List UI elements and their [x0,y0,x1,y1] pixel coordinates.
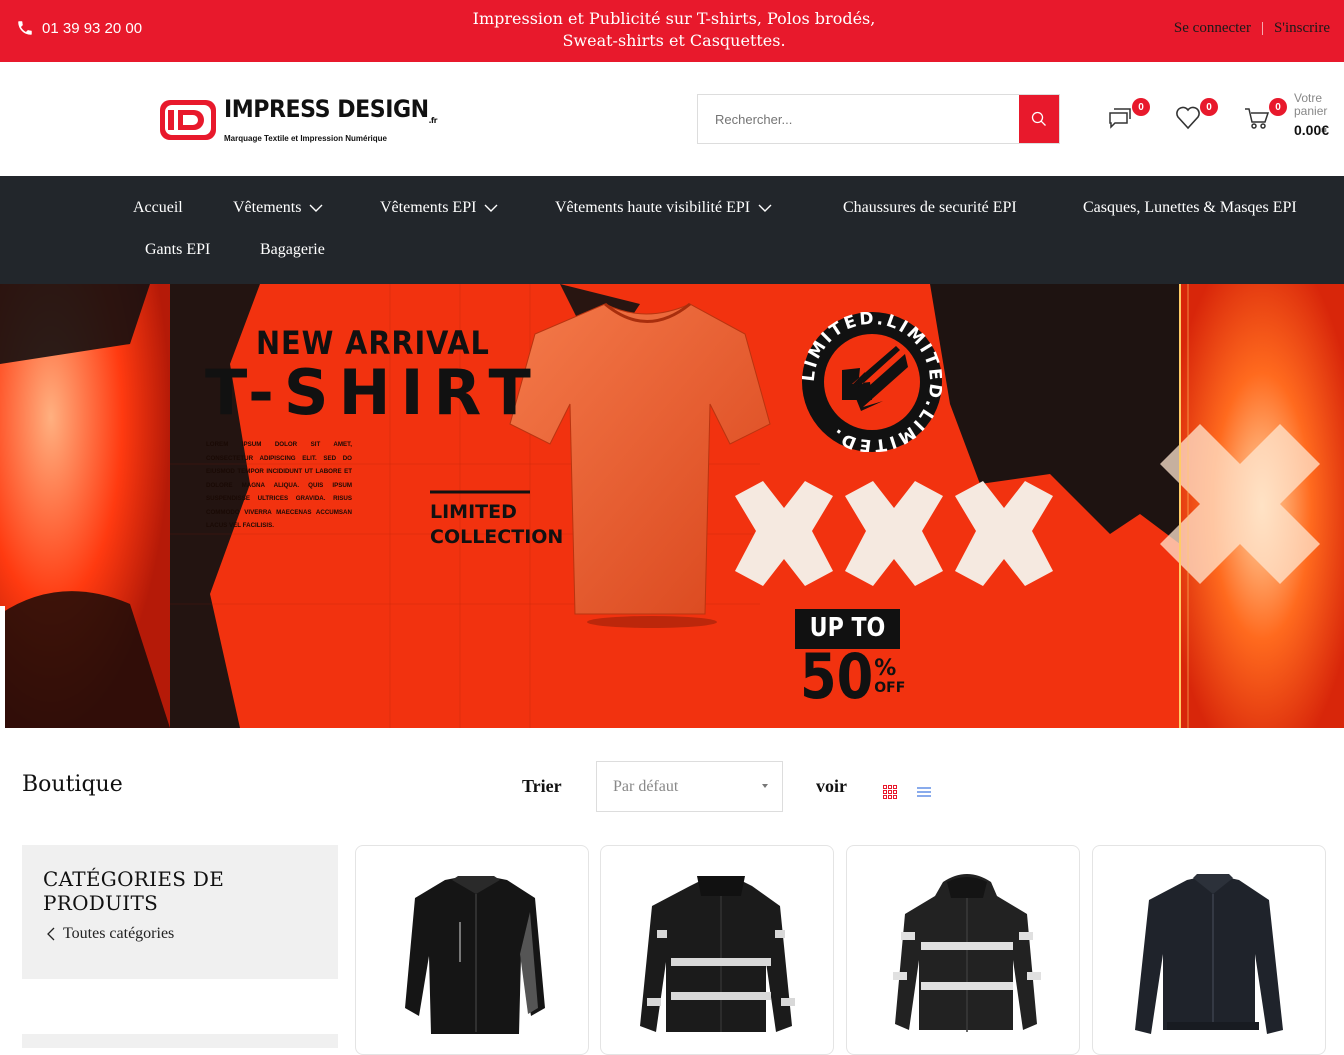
view-label: voir [816,776,847,796]
nav-label: Chaussures de securité EPI [843,199,1017,216]
nav-item-bagagerie[interactable]: Bagagerie [260,241,325,259]
sidebar-widget [22,1034,338,1048]
categories-title: CATÉGORIES DE PRODUITS [43,867,225,915]
wishlist-count-badge: 0 [1200,98,1218,116]
heart-icon [1176,106,1200,130]
banner-lorem: LOREM IPSUM DOLOR SIT AMET, CONSECTETUR … [206,441,352,529]
cart-summary[interactable]: Votre panier 0.00€ [1294,92,1330,139]
nav-item-accueil[interactable]: Accueil [133,199,183,217]
page-title: Boutique [22,772,123,797]
nav-label: Accueil [133,199,183,216]
softshell-jacket-icon [405,876,545,1034]
caret-down-icon [762,784,768,788]
cart-label-2: panier [1294,104,1328,118]
sort-label: Trier [522,776,562,796]
chevron-down-icon [758,204,772,212]
all-categories-label: Toutes catégories [63,925,175,942]
nav-label: Bagagerie [260,241,325,258]
categories-widget: CATÉGORIES DE PRODUITS Toutes catégories [22,845,338,979]
cart-button[interactable]: 0 [1243,98,1287,134]
product-card[interactable] [1092,845,1326,1055]
logo-mark-icon [160,99,216,140]
logo-title: IMPRESS DESIGN [224,95,429,123]
nav-label: Vêtements EPI [380,199,477,216]
limited-seal-icon: LIMITED.LIMITED.LIMITED. [802,312,942,452]
search-icon [1031,111,1046,126]
banner-artwork [0,284,1344,728]
nav-label: Vêtements haute visibilité EPI [555,199,751,216]
banner-percent-sign: % [874,656,897,681]
chevron-down-icon [309,204,323,212]
reflective-bomber-jacket-icon [640,876,795,1032]
wishlist-button[interactable]: 0 [1174,98,1218,134]
hero-banner[interactable]: NEW ARRIVAL T-SHIRT LOREM IPSUM DOLOR SI… [0,284,1344,728]
logo-tagline: Marquage Textile et Impression Numérique [224,133,388,143]
seal-text: LIMITED.LIMITED.LIMITED. [802,312,942,452]
nav-item-vetements-epi[interactable]: Vêtements EPI [380,199,498,217]
product-card[interactable] [846,845,1080,1055]
compare-icon [1109,108,1131,129]
cart-icon [1245,108,1270,129]
bomber-jacket-icon [1135,874,1283,1034]
svg-text:LIMITED.LIMITED.LIMITED.: LIMITED.LIMITED.LIMITED. [802,312,942,452]
top-bar: 01 39 93 20 00 Impression et Publicité s… [0,0,1344,62]
nav-item-vetements[interactable]: Vêtements [233,199,323,217]
search-input[interactable] [698,95,1019,143]
banner-discount: 50 % OFF [800,644,905,710]
banner-collection: COLLECTION [430,526,564,548]
search-button[interactable] [1019,95,1059,143]
auth-links: Se connecter | S'inscrire [1174,20,1330,37]
auth-separator: | [1260,20,1264,36]
compare-count-badge: 0 [1132,98,1150,116]
nav-label: Gants EPI [145,241,211,258]
chevron-down-icon [484,204,498,212]
nav-item-haute-visibilite[interactable]: Vêtements haute visibilité EPI [555,199,772,217]
grid-view-icon[interactable] [883,785,897,799]
list-view-icon[interactable] [917,786,931,798]
login-link[interactable]: Se connecter [1174,20,1251,37]
search-bar [697,94,1060,144]
nav-label: Vêtements [233,199,302,216]
sort-value: Par défaut [613,777,679,795]
phone-number[interactable]: 01 39 93 20 00 [42,20,142,37]
all-categories-link[interactable]: Toutes catégories [47,925,174,943]
reflective-parka-icon [893,874,1041,1032]
site-header: IMPRESS DESIGN.fr Marquage Textile et Im… [0,62,1344,176]
banner-percent: 50 [800,640,874,713]
banner-off: OFF [874,680,906,696]
compare-button[interactable]: 0 [1106,98,1150,134]
cart-total: 0.00€ [1294,122,1330,138]
promo-line-2: Sweat-shirts et Casquettes. [562,31,786,50]
nav-item-gants[interactable]: Gants EPI [145,241,210,259]
banner-upto: UP TO [809,613,886,643]
cart-count-badge: 0 [1269,98,1287,116]
banner-limited: LIMITED [430,501,517,523]
register-link[interactable]: S'inscrire [1274,20,1330,37]
phone-contact[interactable]: 01 39 93 20 00 [16,19,142,37]
phone-icon [18,21,32,35]
chevron-left-icon [47,927,55,941]
product-card[interactable] [355,845,589,1055]
site-logo[interactable]: IMPRESS DESIGN.fr Marquage Textile et Im… [158,96,455,144]
promo-text: Impression et Publicité sur T-shirts, Po… [470,8,878,52]
main-navigation: Accueil Vêtements Vêtements EPI Vêtement… [0,176,1344,284]
promo-line-1: Impression et Publicité sur T-shirts, Po… [472,9,876,28]
banner-limited-collection: LIMITED COLLECTION [430,500,563,550]
logo-suffix: .fr [428,115,438,125]
nav-item-casques[interactable]: Casques, Lunettes & Masqes EPI [1083,199,1297,217]
banner-headline: T-SHIRT [205,356,541,429]
product-card[interactable] [600,845,834,1055]
nav-item-chaussures[interactable]: Chaussures de securité EPI [843,199,1017,217]
sort-select[interactable]: Par défaut [596,761,783,812]
nav-label: Casques, Lunettes & Masqes EPI [1083,199,1297,216]
